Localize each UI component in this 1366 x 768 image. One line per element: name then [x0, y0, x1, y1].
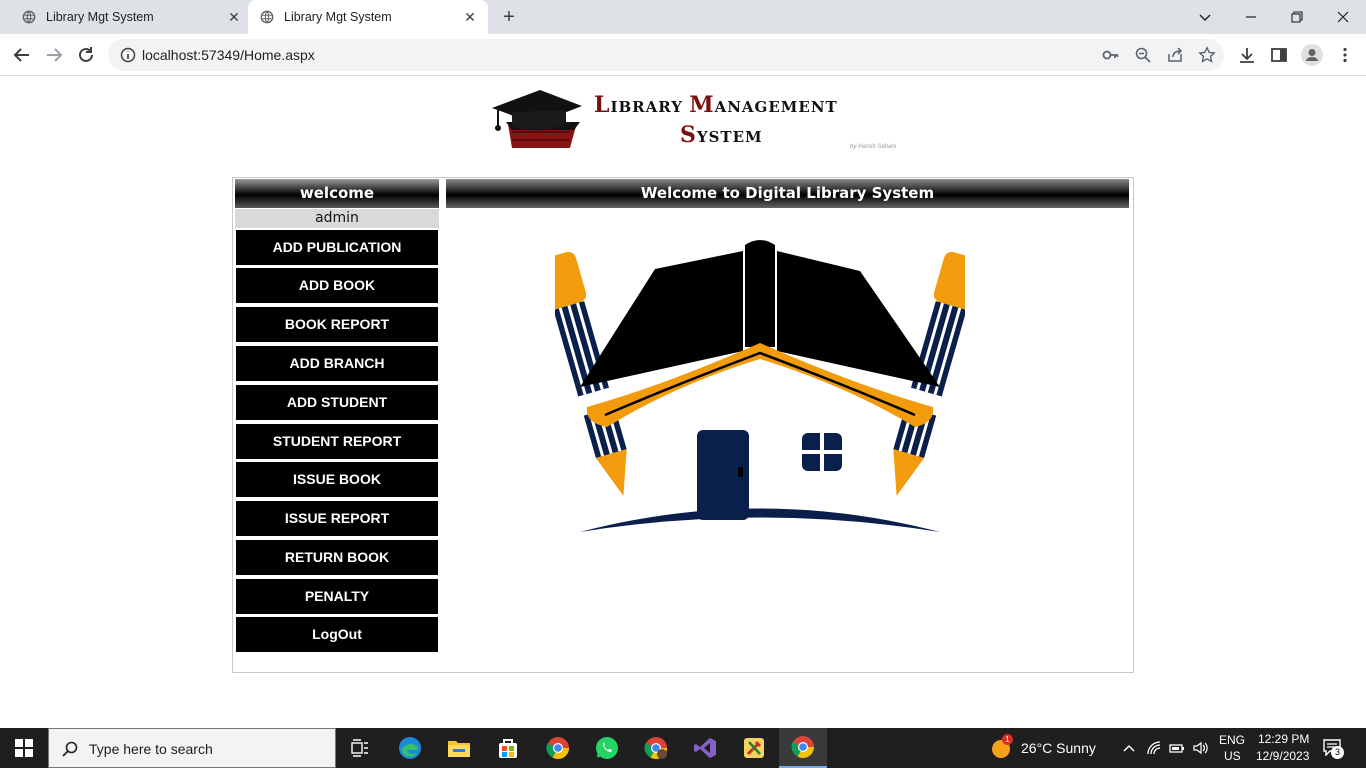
- chrome-icon: [546, 737, 569, 759]
- back-button[interactable]: [8, 42, 36, 68]
- globe-icon: [260, 10, 274, 24]
- main-header: Welcome to Digital Library System: [446, 179, 1129, 208]
- logo-title-line2: SYSTEM: [680, 120, 763, 152]
- menu-add-book[interactable]: ADD BOOK: [236, 268, 438, 303]
- weather-badge: 1: [1002, 734, 1013, 745]
- download-icon[interactable]: [1238, 46, 1256, 64]
- windows-logo-icon: [15, 739, 33, 757]
- store-icon: [499, 739, 517, 758]
- taskbar-app-tools[interactable]: [730, 728, 778, 768]
- sidebar-header: welcome: [235, 179, 439, 208]
- taskbar-chrome-profile[interactable]: [632, 728, 680, 768]
- logo-title-line1: LIBRARY MANAGEMENT: [594, 90, 838, 122]
- globe-icon: [22, 10, 36, 24]
- restore-button[interactable]: [1274, 0, 1320, 34]
- search-icon: [62, 741, 78, 757]
- clock-date[interactable]: 12/9/2023: [1256, 749, 1309, 763]
- library-house-illustration: [555, 240, 965, 532]
- zoom-icon[interactable]: [1134, 46, 1152, 64]
- volume-icon[interactable]: [1192, 740, 1208, 756]
- menu-issue-report[interactable]: ISSUE REPORT: [236, 501, 438, 536]
- search-placeholder: Type here to search: [89, 741, 213, 757]
- menu-issue-book[interactable]: ISSUE BOOK: [236, 462, 438, 497]
- address-bar[interactable]: localhost:57349/Home.aspx: [108, 39, 1224, 71]
- visual-studio-icon: [694, 738, 716, 758]
- menu-penalty[interactable]: PENALTY: [236, 579, 438, 614]
- close-icon[interactable]: ✕: [462, 9, 478, 25]
- arrow-left-icon: [13, 48, 29, 62]
- logo-initial: L: [594, 92, 611, 118]
- taskbar-visual-studio[interactable]: [681, 728, 729, 768]
- tab-title: Library Mgt System: [46, 10, 154, 24]
- logo-text: YSTEM: [696, 128, 763, 146]
- arrow-right-icon: [47, 48, 63, 62]
- notification-count: 3: [1331, 746, 1344, 759]
- url-text[interactable]: localhost:57349/Home.aspx: [142, 47, 315, 63]
- reload-icon: [79, 47, 93, 62]
- star-icon[interactable]: [1198, 46, 1216, 64]
- tab-search-chevron-icon[interactable]: [1182, 0, 1228, 34]
- tools-icon: [744, 738, 764, 758]
- windows-taskbar: Type here to search 1 26°C Sunny ENG US …: [0, 728, 1366, 768]
- taskbar-search[interactable]: Type here to search: [48, 728, 336, 768]
- weather-text[interactable]: 26°C Sunny: [1021, 740, 1096, 756]
- notifications-button[interactable]: 3: [1322, 738, 1346, 760]
- wifi-icon[interactable]: [1146, 740, 1162, 756]
- reload-button[interactable]: [72, 42, 100, 68]
- menu-add-branch[interactable]: ADD BRANCH: [236, 346, 438, 381]
- current-user-label: admin: [235, 209, 439, 228]
- language-us[interactable]: US: [1224, 749, 1241, 763]
- task-view-button[interactable]: [336, 728, 384, 768]
- info-icon[interactable]: [120, 47, 136, 63]
- menu-kebab-icon[interactable]: [1336, 46, 1354, 64]
- taskbar-chrome-active[interactable]: [779, 728, 827, 768]
- minimize-button[interactable]: [1228, 0, 1274, 34]
- side-panel-icon[interactable]: [1270, 46, 1288, 64]
- taskbar-edge[interactable]: [386, 728, 434, 768]
- folder-icon: [448, 741, 470, 757]
- close-icon[interactable]: ✕: [226, 9, 242, 25]
- browser-toolbar: localhost:57349/Home.aspx: [0, 34, 1366, 76]
- logo-initial: S: [680, 122, 697, 148]
- logo-initial: M: [689, 92, 715, 118]
- menu-student-report[interactable]: STUDENT REPORT: [236, 424, 438, 459]
- whatsapp-icon: [596, 737, 618, 759]
- menu-add-publication[interactable]: ADD PUBLICATION: [236, 230, 438, 265]
- taskbar-chrome[interactable]: [534, 728, 582, 768]
- weather-widget-icon[interactable]: 1: [990, 734, 1013, 759]
- browser-tab-bar: Library Mgt System ✕ Library Mgt System …: [0, 0, 1366, 34]
- logo-text: ANAGEMENT: [714, 98, 838, 116]
- forward-button[interactable]: [40, 42, 68, 68]
- menu-add-student[interactable]: ADD STUDENT: [236, 385, 438, 420]
- chrome-profile-icon: [644, 737, 667, 759]
- graduation-cap-books-icon: [492, 90, 582, 148]
- site-logo: LIBRARY MANAGEMENT SYSTEM by-Harish Saha…: [490, 84, 910, 156]
- language-eng[interactable]: ENG: [1219, 733, 1245, 747]
- menu-book-report[interactable]: BOOK REPORT: [236, 307, 438, 342]
- profile-avatar-icon[interactable]: [1301, 44, 1323, 66]
- key-icon[interactable]: [1102, 46, 1120, 64]
- chrome-icon: [791, 736, 814, 758]
- window-close-button[interactable]: [1320, 0, 1366, 34]
- menu-return-book[interactable]: RETURN BOOK: [236, 540, 438, 575]
- taskbar-whatsapp[interactable]: [583, 728, 631, 768]
- new-tab-button[interactable]: +: [498, 6, 520, 28]
- logo-byline: by-Harish Sahani: [850, 144, 897, 150]
- battery-icon[interactable]: [1169, 740, 1185, 756]
- browser-tab-1[interactable]: Library Mgt System ✕: [8, 0, 246, 34]
- clock-time[interactable]: 12:29 PM: [1258, 732, 1309, 746]
- taskbar-store[interactable]: [484, 728, 532, 768]
- chevron-up-icon[interactable]: [1121, 740, 1137, 756]
- menu-logout[interactable]: LogOut: [236, 617, 438, 652]
- start-button[interactable]: [0, 728, 48, 768]
- tab-title: Library Mgt System: [284, 10, 392, 24]
- edge-icon: [399, 737, 421, 759]
- browser-tab-2-active[interactable]: Library Mgt System ✕: [248, 0, 488, 34]
- task-view-icon: [351, 739, 368, 757]
- share-icon[interactable]: [1166, 46, 1184, 64]
- taskbar-file-explorer[interactable]: [435, 728, 483, 768]
- logo-text: IBRARY: [610, 98, 690, 116]
